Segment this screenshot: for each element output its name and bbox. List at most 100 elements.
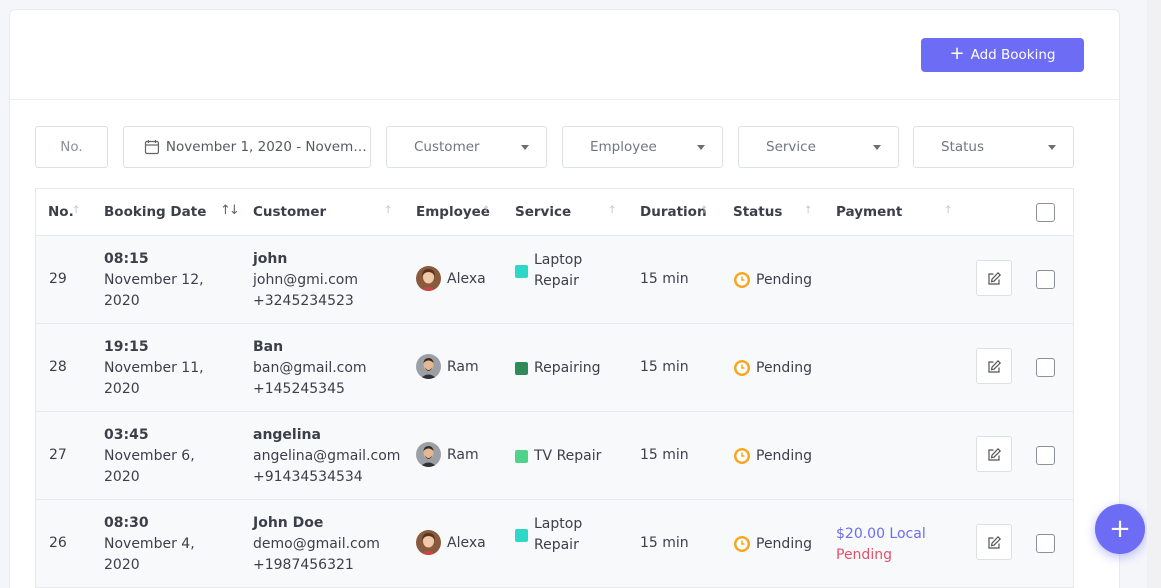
column-header-employee[interactable]: Employee: [416, 204, 490, 220]
sort-icon[interactable]: ↑: [384, 205, 392, 216]
chevron-down-icon: [697, 145, 705, 150]
booking-date-line1: November 11,: [104, 360, 204, 376]
floating-add-button[interactable]: +: [1095, 504, 1145, 554]
row-checkbox[interactable]: [1036, 358, 1055, 377]
edit-button[interactable]: [976, 348, 1012, 384]
employee-name: Ram: [447, 446, 479, 463]
sort-icon[interactable]: ↑: [944, 205, 952, 216]
column-header-duration[interactable]: Duration: [640, 204, 707, 220]
service-name: Laptop Repair: [534, 516, 583, 553]
employee-select-label: Employee: [590, 139, 657, 155]
service-color-swatch: [515, 450, 528, 463]
add-booking-button[interactable]: + Add Booking: [921, 38, 1084, 72]
sort-icon[interactable]: ↑: [72, 205, 80, 216]
chevron-down-icon: [1048, 145, 1056, 150]
edit-button[interactable]: [976, 260, 1012, 296]
card-header: + Add Booking: [10, 10, 1119, 100]
booking-date: 08:15 November 12, 2020: [104, 249, 204, 312]
employee-name: Alexa: [447, 534, 486, 551]
booking-date-line2: 2020: [104, 293, 140, 309]
booking-date: 08:30 November 4, 2020: [104, 513, 195, 576]
chevron-down-icon: [521, 145, 529, 150]
duration: 15 min: [640, 271, 689, 287]
booking-time: 08:30: [104, 515, 149, 531]
column-header-status[interactable]: Status: [733, 204, 782, 220]
status-badge: Pending: [733, 271, 812, 289]
plus-icon: +: [949, 43, 965, 64]
customer-name: John Doe: [253, 515, 324, 531]
booking-number-placeholder: No.: [60, 139, 83, 155]
status-select[interactable]: Status: [913, 126, 1074, 168]
clock-icon: [734, 448, 750, 464]
customer-email: ban@gmail.com: [253, 360, 367, 376]
table-row: 26 08:30 November 4, 2020 John Doe demo@…: [36, 500, 1073, 588]
employee-select[interactable]: Employee: [562, 126, 723, 168]
row-checkbox[interactable]: [1036, 446, 1055, 465]
edit-button[interactable]: [976, 524, 1012, 560]
column-header-payment[interactable]: Payment: [836, 204, 902, 220]
booking-date: 19:15 November 11, 2020: [104, 337, 204, 400]
service-color-swatch: [515, 264, 528, 278]
customer-phone: +3245234523: [253, 293, 354, 309]
add-booking-label: Add Booking: [970, 47, 1056, 63]
column-header-service[interactable]: Service: [515, 204, 571, 220]
status-text: Pending: [756, 448, 812, 464]
booking-date-line1: November 12,: [104, 272, 204, 288]
employee-cell: Alexa: [416, 530, 486, 555]
customer-select-label: Customer: [414, 139, 480, 155]
service-select[interactable]: Service: [738, 126, 899, 168]
customer-phone: +145245345: [253, 381, 345, 397]
sort-icon[interactable]: ↑: [804, 205, 812, 216]
table-header: No. ↑ Booking Date ↑↓ Customer ↑ Employe…: [36, 189, 1073, 236]
avatar: [416, 530, 441, 555]
booking-number-input[interactable]: No.: [35, 126, 108, 168]
status-select-label: Status: [941, 139, 985, 155]
customer-name: john: [253, 251, 288, 267]
column-header-no[interactable]: No.: [48, 204, 74, 220]
table-row: 28 19:15 November 11, 2020 Ban ban@gmail…: [36, 324, 1073, 412]
service-cell: TV Repair: [515, 446, 601, 467]
date-range-text: November 1, 2020 - November 30, 2020: [165, 139, 370, 155]
plus-icon: +: [1109, 514, 1131, 544]
employee-cell: Alexa: [416, 266, 486, 291]
select-all-checkbox[interactable]: [1036, 203, 1055, 222]
customer-email: demo@gmail.com: [253, 536, 380, 552]
scrollbar[interactable]: [1147, 0, 1161, 588]
edit-button[interactable]: [976, 436, 1012, 472]
sort-desc-icon[interactable]: ↑↓: [220, 203, 240, 218]
row-checkbox[interactable]: [1036, 270, 1055, 289]
edit-icon: [987, 359, 1001, 373]
sort-icon[interactable]: ↑: [700, 205, 708, 216]
calendar-icon: [144, 140, 160, 155]
chevron-down-icon: [873, 145, 881, 150]
status-badge: Pending: [733, 359, 812, 377]
column-header-booking-date[interactable]: Booking Date: [104, 204, 206, 220]
service-name: Repairing: [534, 360, 601, 376]
booking-date-line1: November 6,: [104, 448, 195, 464]
sort-icon[interactable]: ↑: [482, 205, 490, 216]
edit-icon: [987, 535, 1001, 549]
customer-phone: +1987456321: [253, 557, 354, 573]
sort-icon[interactable]: ↑: [608, 205, 616, 216]
service-select-label: Service: [766, 139, 816, 155]
status-badge: Pending: [733, 447, 812, 465]
service-name: Laptop Repair: [534, 252, 583, 289]
service-color-swatch: [515, 362, 528, 375]
booking-date: 03:45 November 6, 2020: [104, 425, 195, 488]
duration: 15 min: [640, 359, 689, 375]
row-checkbox[interactable]: [1036, 534, 1055, 553]
clock-icon: [734, 360, 750, 376]
booking-time: 19:15: [104, 339, 149, 355]
customer-email: angelina@gmail.com: [253, 448, 401, 464]
employee-cell: Ram: [416, 442, 479, 467]
customer-select[interactable]: Customer: [386, 126, 547, 168]
customer-info: Ban ban@gmail.com +145245345: [253, 337, 367, 400]
date-range-picker[interactable]: November 1, 2020 - November 30, 2020: [123, 126, 371, 168]
column-header-customer[interactable]: Customer: [253, 204, 326, 220]
booking-date-line2: 2020: [104, 557, 140, 573]
booking-number: 29: [49, 271, 67, 287]
booking-number: 28: [49, 359, 67, 375]
status-badge: Pending: [733, 535, 812, 553]
customer-info: angelina angelina@gmail.com +91434534534: [253, 425, 400, 488]
booking-number: 27: [49, 447, 67, 463]
